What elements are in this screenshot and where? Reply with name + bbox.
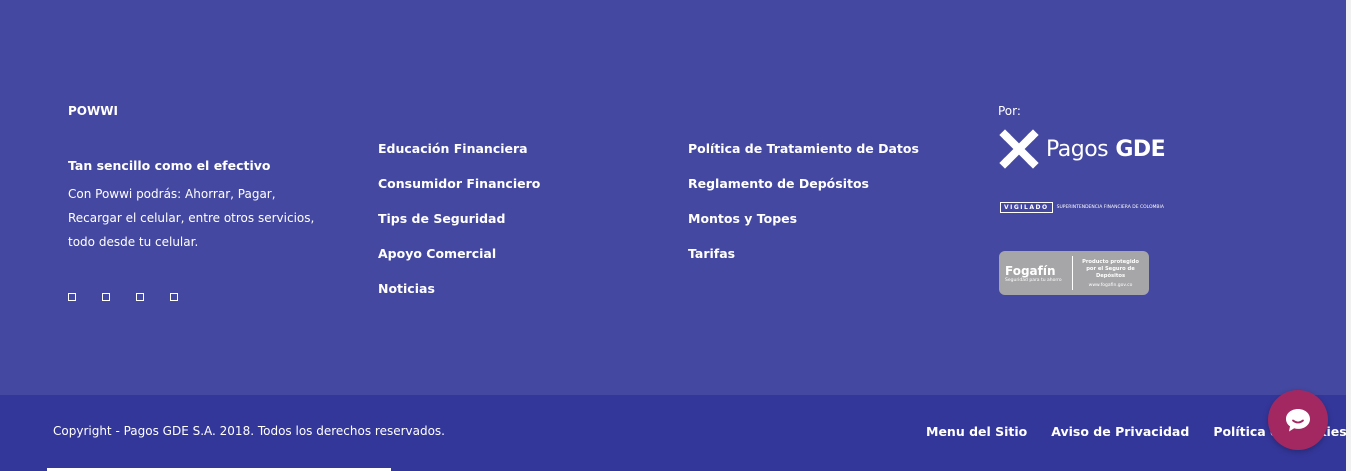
logo-text-pagos: Pagos	[1046, 136, 1109, 162]
vigilado-badge: VIGILADO SUPERINTENDENCIA FINANCIERA DE …	[1000, 202, 1164, 213]
fogafin-name: Fogafín	[1005, 263, 1056, 278]
description-line: Recargar el celular, entre otros servici…	[68, 211, 315, 225]
link-tips-seguridad[interactable]: Tips de Seguridad	[378, 209, 540, 228]
youtube-icon[interactable]	[170, 293, 178, 301]
twitter-icon[interactable]	[102, 293, 110, 301]
fogafin-badge[interactable]: Fogafín Seguridad para tu ahorro Product…	[999, 251, 1149, 295]
fogafin-info: Producto protegido por el Seguro de Depó…	[1078, 259, 1143, 288]
link-consumidor-financiero[interactable]: Consumidor Financiero	[378, 174, 540, 193]
link-apoyo-comercial[interactable]: Apoyo Comercial	[378, 244, 540, 263]
facebook-icon[interactable]	[68, 293, 76, 301]
chat-bubble-icon	[1286, 409, 1310, 432]
pagos-gde-logo-mark-icon	[999, 129, 1039, 169]
fogafin-protected-text: Producto protegido por el Seguro de Depó…	[1082, 258, 1139, 279]
link-noticias[interactable]: Noticias	[378, 279, 540, 298]
page-scrollbar[interactable]	[1346, 0, 1351, 471]
logo-text-gde: GDE	[1115, 136, 1166, 162]
footer-links-column-2: Política de Tratamiento de Datos Reglame…	[688, 139, 919, 263]
footer-links-column-1: Educación Financiera Consumidor Financie…	[378, 139, 540, 298]
link-aviso-privacidad[interactable]: Aviso de Privacidad	[1051, 424, 1189, 439]
fogafin-brand: Fogafín Seguridad para tu ahorro	[1005, 264, 1067, 283]
link-menu-sitio[interactable]: Menu del Sitio	[926, 424, 1027, 439]
brand-name: POWWI	[68, 104, 118, 118]
fogafin-url: www.fogafin.gov.co	[1088, 282, 1133, 288]
fogafin-divider	[1072, 256, 1073, 290]
copyright-text: Copyright - Pagos GDE S.A. 2018. Todos l…	[53, 424, 445, 438]
instagram-icon[interactable]	[136, 293, 144, 301]
link-reglamento-depositos[interactable]: Reglamento de Depósitos	[688, 174, 919, 193]
brand-tagline: Tan sencillo como el efectivo	[68, 158, 271, 173]
footer-main: POWWI Tan sencillo como el efectivo Con …	[0, 0, 1346, 395]
fogafin-slogan: Seguridad para tu ahorro	[1005, 277, 1062, 283]
link-educacion-financiera[interactable]: Educación Financiera	[378, 139, 540, 158]
description-line: todo desde tu celular.	[68, 235, 199, 249]
social-links	[68, 293, 178, 301]
link-tarifas[interactable]: Tarifas	[688, 244, 919, 263]
link-politica-datos[interactable]: Política de Tratamiento de Datos	[688, 139, 919, 158]
partner-label: Por:	[998, 104, 1021, 118]
link-montos-topes[interactable]: Montos y Topes	[688, 209, 919, 228]
description-line: Con Powwi podrás: Ahorrar, Pagar,	[68, 187, 276, 201]
brand-description: Con Powwi podrás: Ahorrar, Pagar, Recarg…	[68, 182, 328, 254]
vigilado-label: VIGILADO	[1000, 202, 1053, 213]
pagos-gde-logo[interactable]: Pagos GDE	[998, 128, 1166, 170]
chat-button[interactable]	[1268, 390, 1328, 450]
footer-bottom-bar: Copyright - Pagos GDE S.A. 2018. Todos l…	[0, 395, 1347, 471]
superintendencia-label: SUPERINTENDENCIA FINANCIERA DE COLOMBIA	[1056, 205, 1164, 210]
